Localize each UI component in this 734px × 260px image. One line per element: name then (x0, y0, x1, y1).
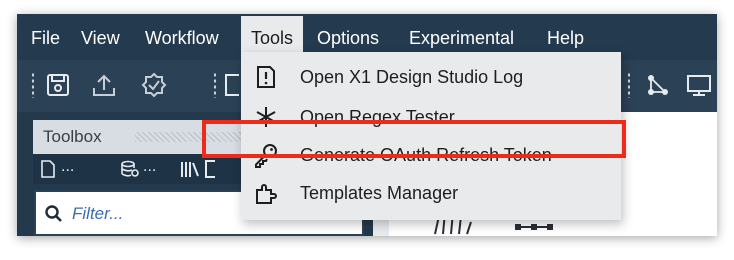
toolbox-dots-1[interactable]: ... (61, 158, 74, 176)
highlight-annotation (202, 120, 626, 158)
monitor-icon[interactable] (683, 70, 713, 100)
menu-experimental[interactable]: Experimental (403, 23, 520, 53)
menu-item-templates-manager[interactable]: Templates Manager (241, 174, 621, 212)
library-icon[interactable] (179, 158, 201, 180)
filter-placeholder: Filter... (72, 204, 124, 223)
upload-icon[interactable] (89, 70, 119, 100)
menu-item-label: Open X1 Design Studio Log (300, 67, 524, 87)
toolbar-grip-3[interactable] (627, 72, 631, 98)
menu-help[interactable]: Help (541, 23, 590, 53)
menu-item-label: Templates Manager (300, 183, 459, 203)
save-icon[interactable] (43, 70, 73, 100)
toolbox-partial-icon (205, 160, 215, 178)
menu-workflow[interactable]: Workflow (139, 23, 225, 53)
toolbar-grip[interactable] (31, 72, 35, 98)
menu-options[interactable]: Options (311, 23, 385, 53)
menu-view[interactable]: View (75, 23, 126, 53)
toolbox-dots-2[interactable]: ... (143, 158, 156, 176)
new-document-icon[interactable] (37, 158, 59, 180)
menu-item-open-design-studio-log[interactable]: Open X1 Design Studio Log (241, 58, 621, 96)
network-icon[interactable] (643, 70, 673, 100)
toolbar-grip-2[interactable] (213, 72, 217, 98)
connector-tool-icon[interactable] (509, 220, 559, 236)
database-search-icon[interactable] (119, 158, 141, 180)
check-badge-icon[interactable] (139, 70, 169, 100)
templates-puzzle-icon (256, 184, 277, 204)
toolbar-partial-icon (225, 74, 239, 96)
search-icon (45, 205, 62, 222)
menu-file[interactable]: File (25, 23, 66, 53)
toolbox-title: Toolbox (43, 127, 102, 146)
log-document-icon (257, 66, 275, 88)
